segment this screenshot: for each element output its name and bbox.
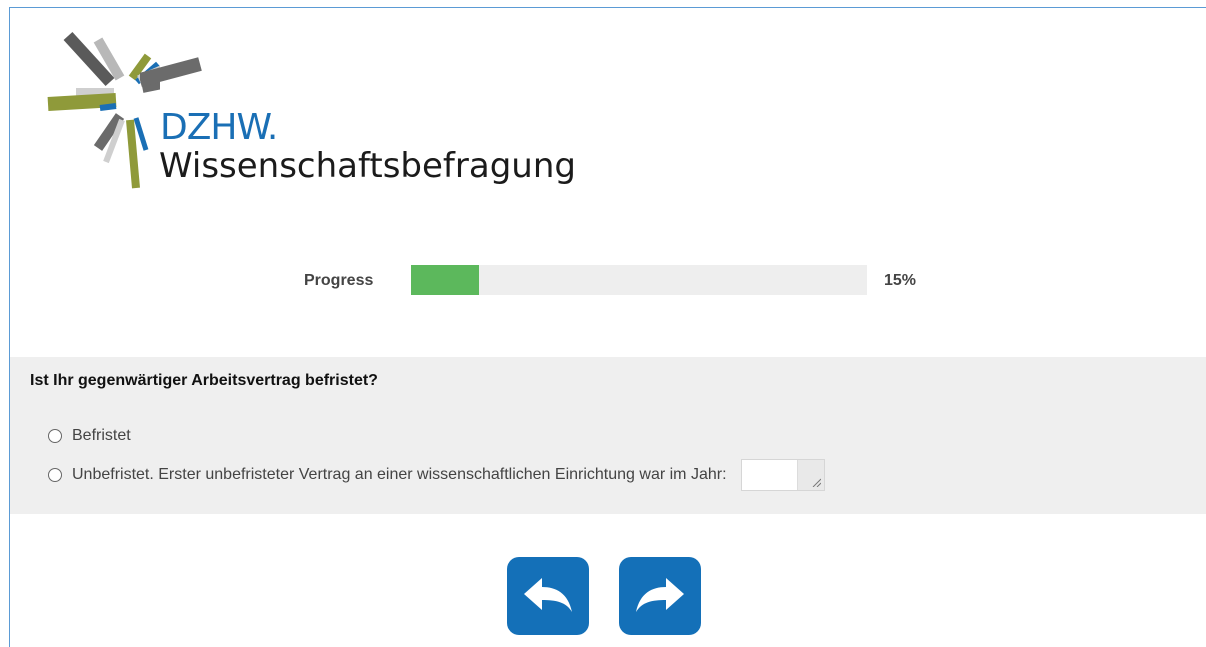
option-befristet[interactable]: Befristet bbox=[48, 424, 131, 448]
progress-bar-track bbox=[411, 265, 867, 295]
radio-befristet[interactable] bbox=[48, 429, 62, 443]
next-button[interactable] bbox=[619, 557, 701, 635]
option-unbefristet[interactable]: Unbefristet. Erster unbefristeter Vertra… bbox=[48, 459, 825, 491]
option-label-unbefristet: Unbefristet. Erster unbefristeter Vertra… bbox=[72, 466, 727, 483]
back-arrow-icon bbox=[524, 578, 572, 612]
option-label-befristet: Befristet bbox=[72, 427, 131, 444]
brand-name: Wissenschaftsbefragung bbox=[159, 146, 576, 186]
progress-label: Progress bbox=[304, 272, 374, 289]
resize-grip-icon[interactable] bbox=[811, 477, 821, 487]
question-title: Ist Ihr gegenwärtiger Arbeitsvertrag bef… bbox=[30, 372, 378, 389]
radio-unbefristet[interactable] bbox=[48, 468, 62, 482]
year-input[interactable] bbox=[740, 459, 825, 491]
question-panel: Ist Ihr gegenwärtiger Arbeitsvertrag bef… bbox=[10, 357, 1206, 514]
page-frame: DZHW. Wissenschaftsbefragung Progress 15… bbox=[9, 7, 1206, 647]
progress-section: Progress 15% bbox=[10, 265, 1206, 297]
back-button[interactable] bbox=[507, 557, 589, 635]
brand-abbrev: DZHW. bbox=[160, 107, 278, 148]
forward-arrow-icon bbox=[636, 578, 684, 612]
progress-value: 15% bbox=[884, 272, 917, 289]
progress-bar-fill bbox=[411, 265, 480, 295]
dzhw-logo: DZHW. Wissenschaftsbefragung bbox=[40, 20, 600, 190]
